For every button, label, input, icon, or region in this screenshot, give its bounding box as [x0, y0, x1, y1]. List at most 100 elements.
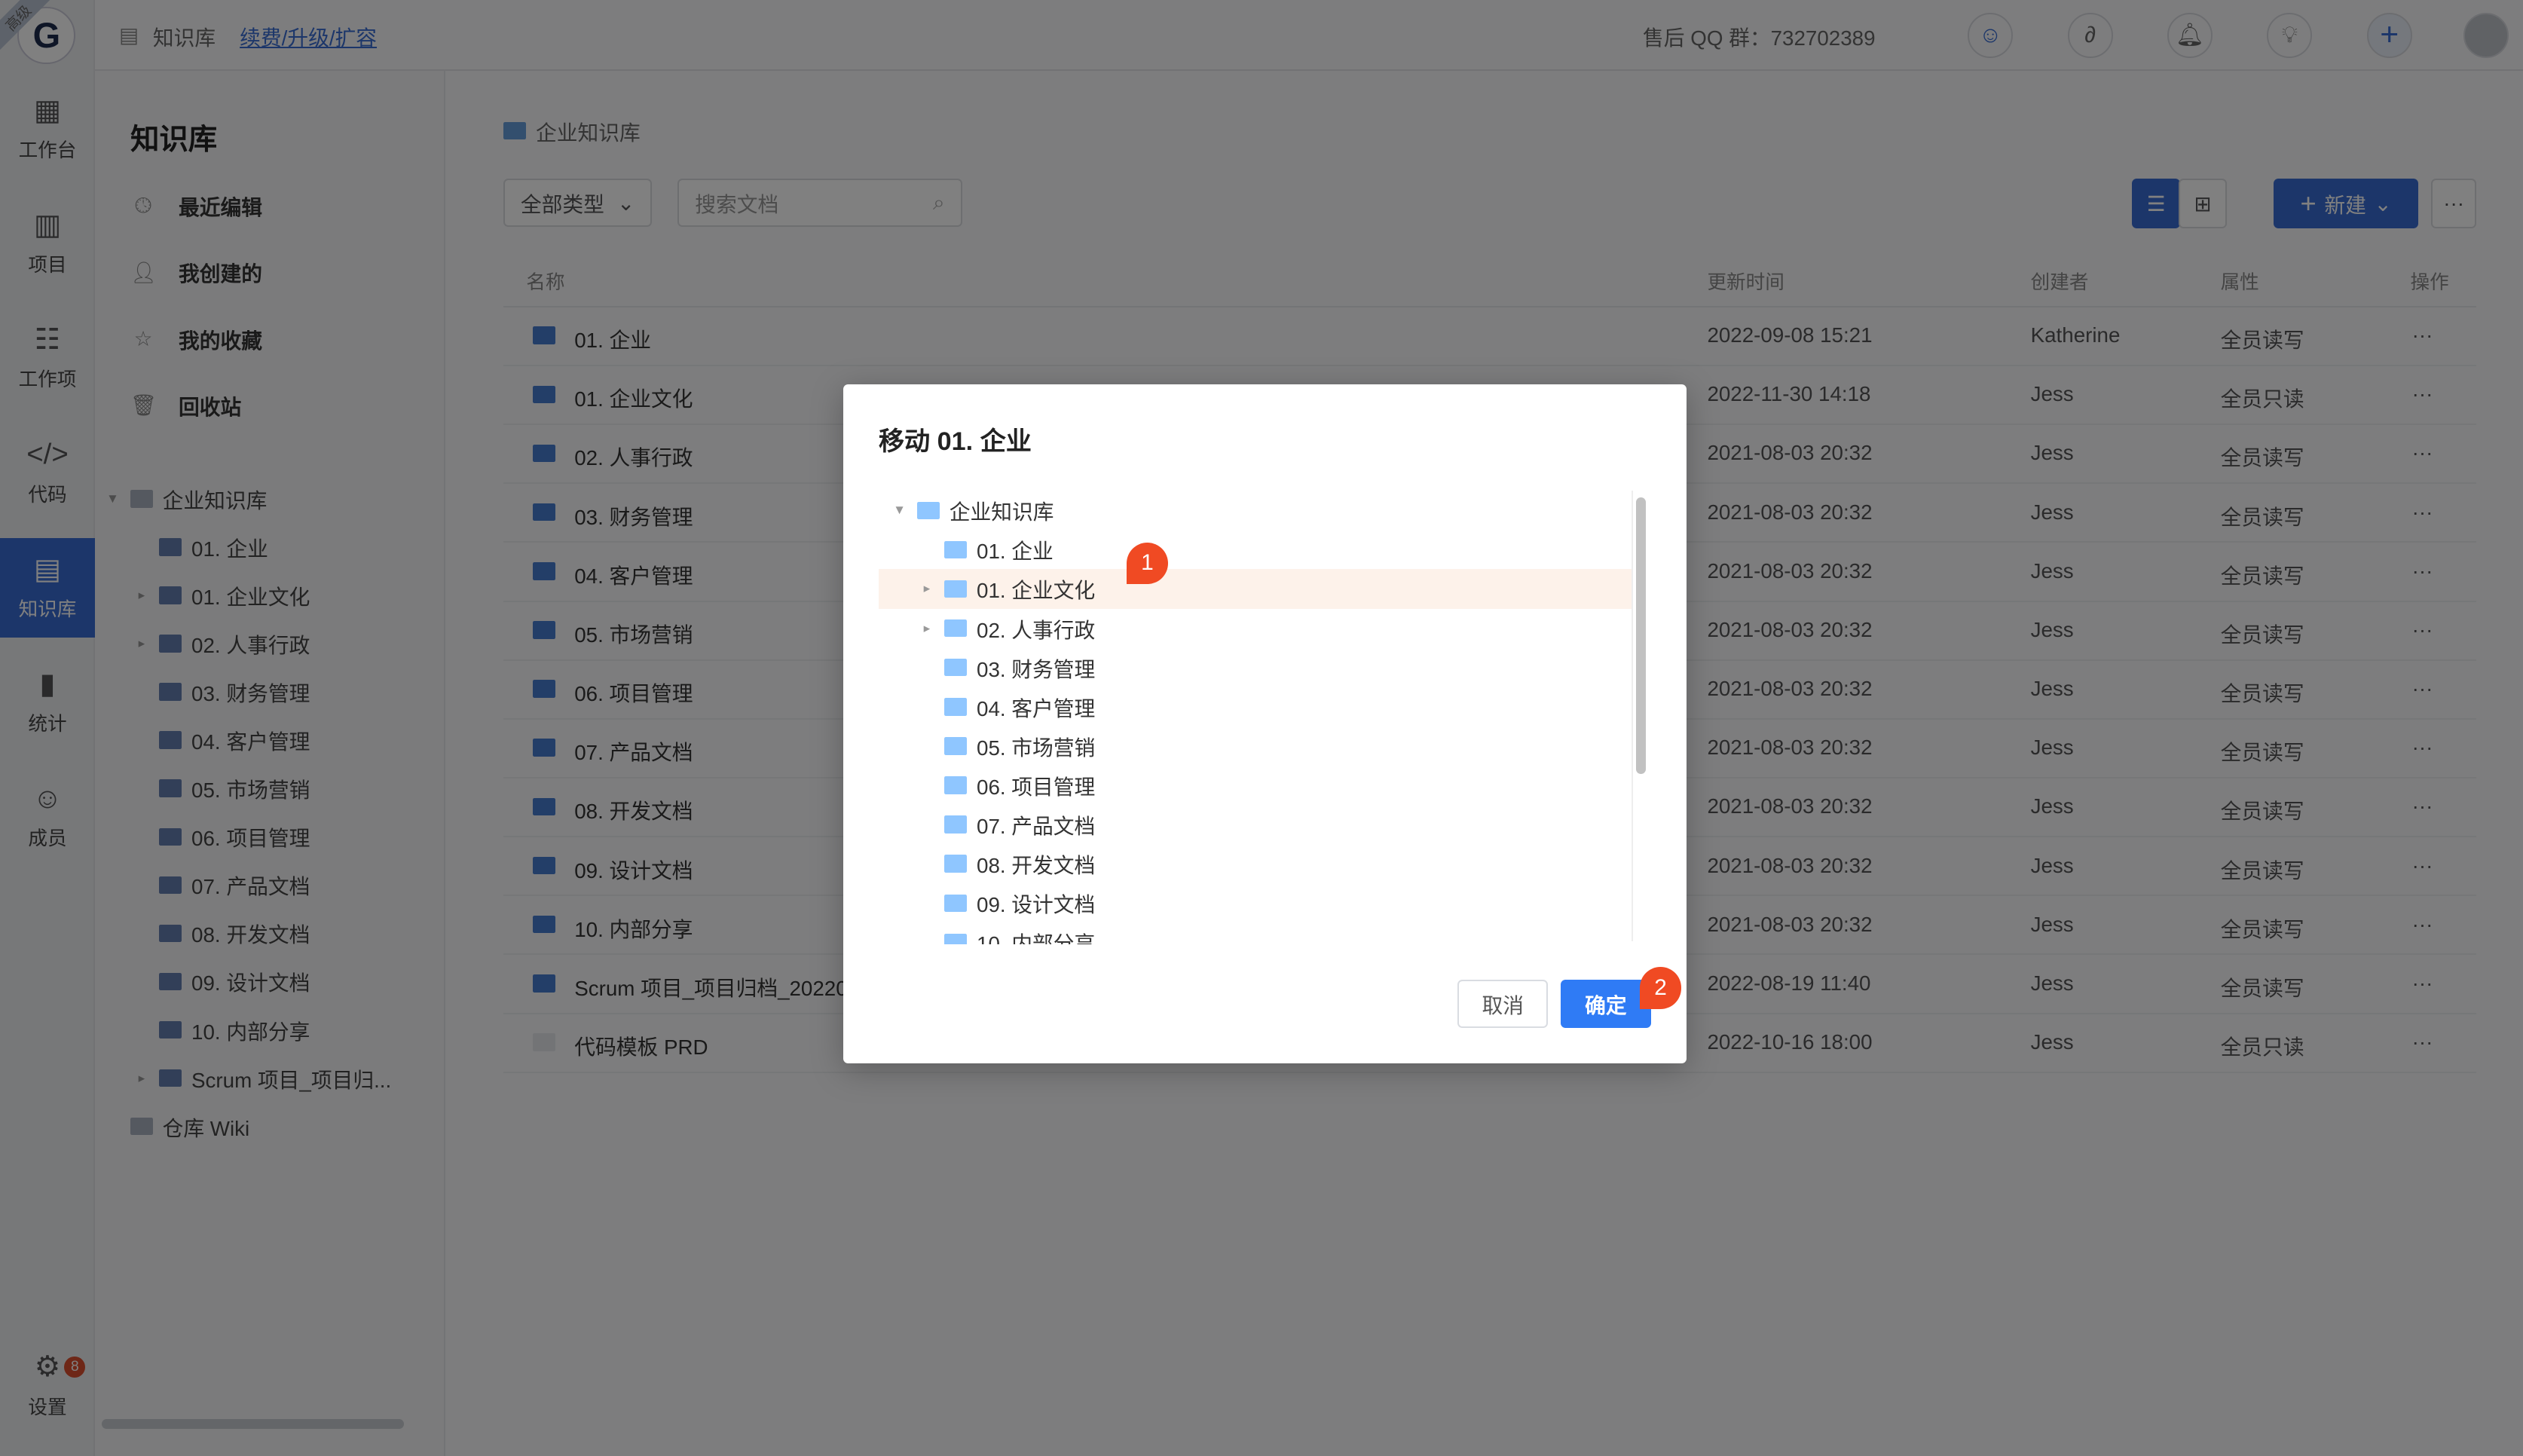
rail-item-4[interactable]: ▤ 知识库 [0, 537, 95, 638]
row-more-button[interactable]: ··· [2412, 677, 2433, 701]
col-attr[interactable]: 属性 [2221, 267, 2259, 295]
caret-icon[interactable]: ▸ [133, 1071, 149, 1086]
tree-label: 09. 设计文档 [191, 971, 310, 996]
row-more-button[interactable]: ··· [2412, 323, 2433, 347]
tree-item[interactable]: 04. 客户管理 [879, 687, 1632, 726]
tree-item[interactable]: 09. 设计文档 [879, 883, 1632, 922]
sidebar-tree-item[interactable]: 03. 财务管理 [133, 668, 310, 716]
cancel-button[interactable]: 取消 [1457, 980, 1549, 1029]
grid-view-button[interactable]: ⊞ [2179, 179, 2228, 229]
row-name[interactable]: 02. 人事行政 [574, 441, 693, 471]
row-name[interactable]: 10. 内部分享 [574, 913, 693, 943]
rail-item-2[interactable]: ☷ 工作项 [0, 308, 95, 408]
row-name[interactable]: 03. 财务管理 [574, 500, 693, 531]
sidebar-tree-item[interactable]: 07. 产品文档 [133, 861, 310, 909]
link-icon[interactable]: ∂ [2067, 13, 2113, 58]
tree-item[interactable]: ▸ 02. 人事行政 [879, 609, 1632, 648]
sidebar-nav-item[interactable]: 🕓︎ 最近编辑 [130, 190, 262, 222]
row-more-button[interactable]: ··· [2412, 971, 2433, 996]
col-name[interactable]: 名称 [526, 267, 564, 295]
rail-item-5[interactable]: ▮ 统计 [0, 653, 95, 752]
sidebar-tree-root[interactable]: ▼ 企业知识库 [105, 475, 267, 523]
sidebar-tree-item[interactable]: ▸ 01. 企业文化 [133, 571, 310, 619]
tree-item[interactable]: 07. 产品文档 [879, 805, 1632, 844]
row-attr: 全员只读 [2220, 387, 2304, 411]
row-name[interactable]: 04. 客户管理 [574, 559, 693, 589]
col-creator[interactable]: 创建者 [2031, 267, 2089, 295]
row-name[interactable]: 06. 项目管理 [574, 677, 693, 707]
sidebar-wiki[interactable]: 仓库 Wiki [105, 1103, 249, 1151]
sidebar-tree-item[interactable]: ▸ 02. 人事行政 [133, 619, 310, 668]
search-input[interactable]: 搜索文档 ⌕ [677, 179, 962, 228]
new-button[interactable]: + 新建 ⌄ [2274, 179, 2419, 229]
sidebar-tree-item[interactable]: 10. 内部分享 [133, 1005, 310, 1054]
row-more-button[interactable]: ··· [2412, 559, 2433, 583]
sidebar-nav-item[interactable]: 👤︎ 我创建的 [130, 256, 262, 289]
rail-item-settings[interactable]: ⚙ 设置 8 [0, 1335, 95, 1435]
row-more-button[interactable]: ··· [2412, 618, 2433, 642]
row-more-button[interactable]: ··· [2412, 794, 2433, 818]
row-name[interactable]: Scrum 项目_项目归档_20220 [574, 971, 847, 1002]
row-name[interactable]: 09. 设计文档 [574, 854, 693, 884]
list-view-button[interactable]: ☰ [2132, 179, 2181, 229]
row-name[interactable]: 05. 市场营销 [574, 618, 693, 648]
caret-icon[interactable]: ▸ [919, 621, 934, 636]
col-updated[interactable]: 更新时间 [1707, 267, 1784, 295]
sidebar-tree-item[interactable]: 04. 客户管理 [133, 716, 310, 764]
row-more-button[interactable]: ··· [2412, 441, 2433, 465]
row-name[interactable]: 08. 开发文档 [574, 794, 693, 824]
caret-icon[interactable]: ▸ [133, 588, 149, 603]
row-more-button[interactable]: ··· [2412, 736, 2433, 760]
sidebar-tree-item[interactable]: 06. 项目管理 [133, 812, 310, 861]
row-name[interactable]: 代码模板 PRD [574, 1030, 708, 1060]
tree-label: 08. 开发文档 [977, 854, 1096, 878]
rail-item-0[interactable]: ▦ 工作台 [0, 79, 95, 179]
type-filter-select[interactable]: 全部类型 ⌄ [503, 179, 652, 228]
upgrade-link[interactable]: 续费/升级/扩容 [240, 21, 377, 51]
plus-icon[interactable]: + [2366, 13, 2412, 58]
caret-icon[interactable]: ▼ [105, 491, 121, 506]
tree-item[interactable]: ▸ 01. 企业文化 [878, 569, 1632, 609]
sidebar-tree-item[interactable]: 01. 企业 [133, 523, 268, 571]
tree-item[interactable]: 08. 开发文档 [879, 844, 1632, 883]
tree-root[interactable]: ▼ 企业知识库 [879, 491, 1632, 530]
row-more-button[interactable]: ··· [2412, 1030, 2433, 1054]
rail-item-label: 知识库 [18, 598, 77, 620]
tree-item[interactable]: 05. 市场营销 [879, 726, 1632, 766]
user-avatar[interactable] [2463, 13, 2509, 58]
row-name[interactable]: 07. 产品文档 [574, 736, 693, 766]
sidebar-nav-item[interactable]: 🗑︎ 回收站 [130, 389, 241, 421]
more-button[interactable]: ··· [2431, 179, 2477, 229]
caret-icon[interactable]: ▼ [891, 503, 907, 518]
rail-item-1[interactable]: ▥ 项目 [0, 194, 95, 293]
tree-item[interactable]: 06. 项目管理 [879, 766, 1632, 805]
tree-scrollbar[interactable] [1636, 497, 1647, 775]
row-more-button[interactable]: ··· [2412, 500, 2433, 525]
tree-item[interactable]: 03. 财务管理 [879, 648, 1632, 687]
row-name[interactable]: 01. 企业 [574, 323, 651, 353]
rail-item-6[interactable]: ☺ 成员 [0, 767, 95, 867]
sidebar-tree-item[interactable]: ▸ Scrum 项目_项目归... [133, 1054, 392, 1103]
tree-item[interactable]: 10. 内部分享 [879, 922, 1632, 945]
table-row[interactable]: 01. 企业 2022-09-08 15:21 Katherine 全员读写 ··· [503, 307, 2477, 366]
folder-icon [532, 680, 555, 698]
caret-icon[interactable]: ▸ [133, 636, 149, 651]
folder-icon [944, 855, 968, 873]
confirm-button[interactable]: 确定 [1561, 980, 1651, 1029]
lightbulb-icon[interactable]: 💡︎ [2267, 13, 2313, 58]
sidebar-scrollbar[interactable] [101, 1419, 404, 1430]
row-more-button[interactable]: ··· [2412, 382, 2433, 406]
caret-icon[interactable]: ▸ [919, 581, 934, 596]
customer-service-icon[interactable]: ☺ [1968, 13, 2014, 58]
sidebar-tree-item[interactable]: 05. 市场营销 [133, 764, 310, 812]
sidebar-nav-item[interactable]: ☆ 我的收藏 [130, 323, 262, 355]
row-more-button[interactable]: ··· [2412, 913, 2433, 937]
bell-icon[interactable]: 🔔︎ [2167, 13, 2213, 58]
sidebar-tree-item[interactable]: 09. 设计文档 [133, 957, 310, 1005]
rail-item-3[interactable]: </> 代码 [0, 423, 95, 522]
row-more-button[interactable]: ··· [2412, 854, 2433, 878]
tree-item[interactable]: 01. 企业 [879, 530, 1632, 569]
row-name[interactable]: 01. 企业文化 [574, 382, 693, 412]
sidebar-tree-item[interactable]: 08. 开发文档 [133, 909, 310, 957]
folder-icon [532, 326, 555, 344]
